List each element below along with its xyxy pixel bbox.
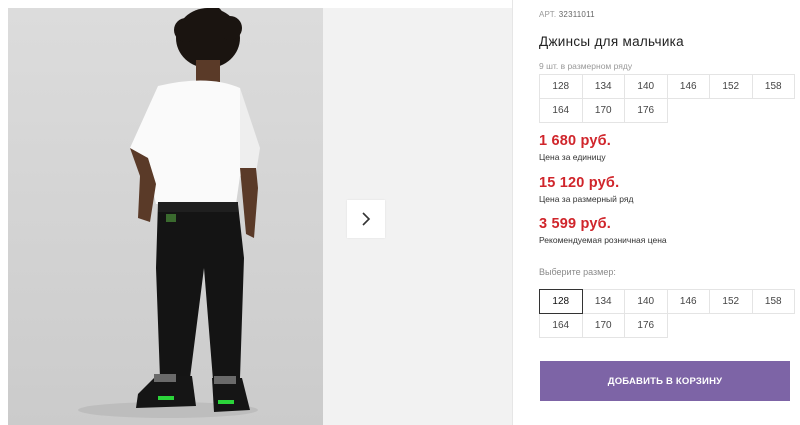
series-size-cell: 152 [709, 74, 753, 99]
series-size-cell: 140 [624, 74, 668, 99]
article-label: АРТ. [539, 10, 557, 19]
article-value: 32311011 [558, 10, 595, 19]
choose-size-label: Выберите размер: [539, 267, 616, 277]
panel-divider [512, 0, 513, 425]
gallery-next-button[interactable] [347, 200, 385, 238]
size-option-selected[interactable]: 128 [539, 289, 583, 314]
boy-jeans-photo [78, 8, 260, 418]
series-price: 15 120 руб. [539, 175, 620, 191]
retail-price: 3 599 руб. [539, 216, 612, 232]
size-option[interactable]: 146 [666, 289, 710, 314]
size-picker-grid: 128 134 140 146 152 158 164 170 176 [539, 289, 795, 338]
series-size-cell: 146 [666, 74, 710, 99]
size-option[interactable]: 140 [624, 289, 668, 314]
size-series-grid: 128 134 140 146 152 158 164 170 176 [539, 74, 795, 123]
size-option[interactable]: 164 [539, 313, 583, 338]
size-option[interactable]: 152 [709, 289, 753, 314]
size-option[interactable]: 170 [581, 313, 625, 338]
product-info-panel: АРТ. 32311011 Джинсы для мальчика 9 шт. … [539, 0, 800, 425]
size-option[interactable]: 176 [624, 313, 668, 338]
size-series-note: 9 шт. в размерном ряду [539, 61, 633, 71]
article-number: АРТ. 32311011 [539, 10, 595, 19]
add-to-cart-button[interactable]: ДОБАВИТЬ В КОРЗИНУ [540, 361, 790, 401]
unit-price-caption: Цена за единицу [539, 152, 606, 162]
series-size-cell: 176 [624, 98, 668, 123]
series-size-cell: 134 [581, 74, 625, 99]
series-size-cell: 170 [581, 98, 625, 123]
product-title: Джинсы для мальчика [539, 34, 684, 49]
size-option[interactable]: 158 [751, 289, 795, 314]
series-price-caption: Цена за размерный ряд [539, 194, 634, 204]
retail-price-caption: Рекомендуемая розничная цена [539, 235, 667, 245]
series-size-cell: 164 [539, 98, 583, 123]
series-size-cell: 158 [751, 74, 795, 99]
chevron-right-icon [362, 212, 371, 226]
unit-price: 1 680 руб. [539, 133, 612, 149]
product-photo-main[interactable] [8, 8, 323, 425]
size-option[interactable]: 134 [581, 289, 625, 314]
product-gallery [0, 0, 512, 425]
series-size-cell: 128 [539, 74, 583, 99]
